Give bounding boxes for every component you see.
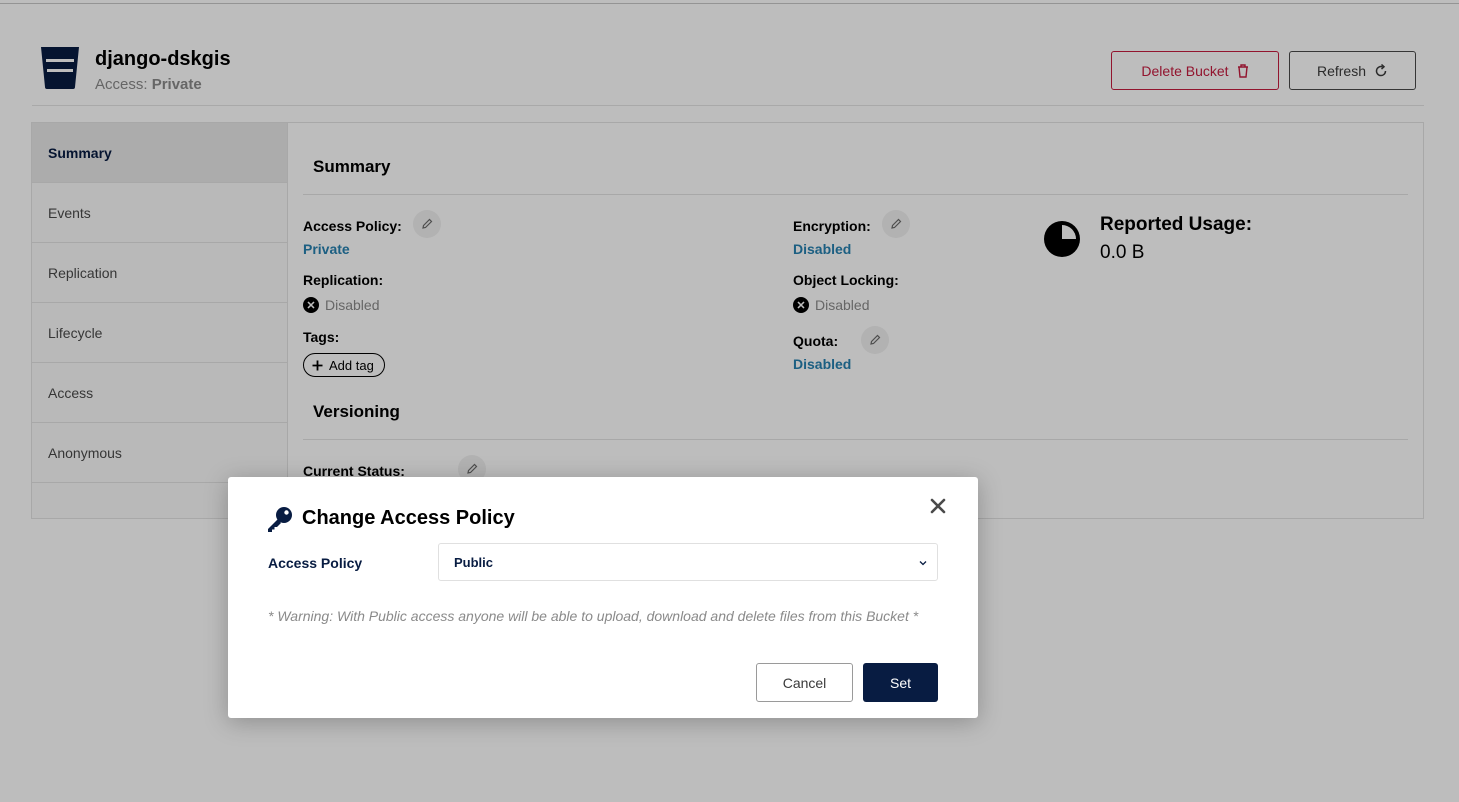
chevron-down-icon xyxy=(919,561,927,566)
public-access-warning: * Warning: With Public access anyone wil… xyxy=(268,608,919,624)
cancel-label: Cancel xyxy=(782,674,827,691)
key-icon xyxy=(268,507,292,532)
access-policy-selected-value: Public xyxy=(454,554,494,570)
set-button[interactable]: Set xyxy=(863,663,938,702)
modal-title: Change Access Policy xyxy=(302,507,515,529)
access-policy-select-label: Access Policy xyxy=(268,555,363,571)
cancel-button[interactable]: Cancel xyxy=(756,663,853,702)
access-policy-select[interactable]: Public xyxy=(438,543,938,581)
change-access-policy-modal: Change Access Policy Access Policy Publi… xyxy=(228,477,978,718)
close-icon xyxy=(930,498,946,514)
close-modal-button[interactable] xyxy=(926,494,950,518)
set-label: Set xyxy=(889,674,911,691)
